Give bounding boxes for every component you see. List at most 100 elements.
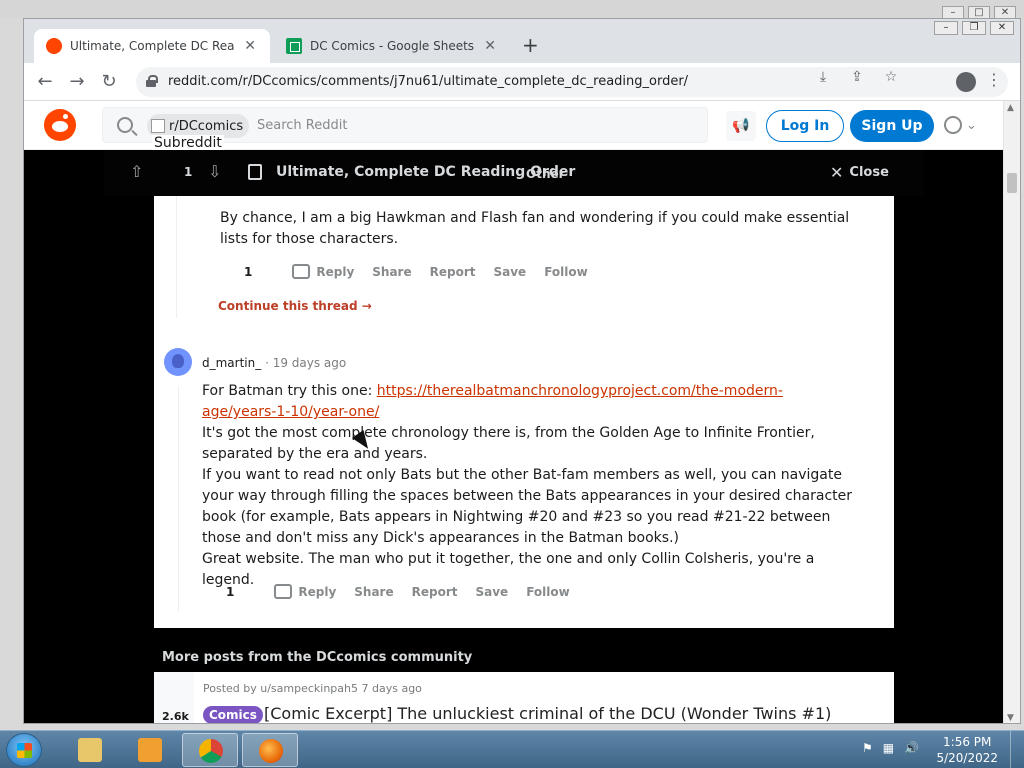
thread-line[interactable] (176, 196, 177, 318)
comment-bubble-icon (274, 584, 293, 599)
scroll-up-icon[interactable]: ▲ (1007, 103, 1014, 113)
taskbar-explorer[interactable] (62, 733, 118, 767)
taskbar-firefox[interactable] (242, 733, 298, 767)
chrome-icon (199, 739, 223, 763)
back-arrow-icon[interactable]: ← (32, 69, 58, 95)
media-player-icon (138, 738, 162, 762)
signup-button[interactable]: Sign Up (850, 110, 934, 142)
taskbar-media-player[interactable] (122, 733, 178, 767)
reddit-header: r/DCcomics Search Reddit Subreddit 📢 Log… (24, 101, 1004, 151)
address-url[interactable]: reddit.com/r/DCcomics/comments/j7nu61/ul… (168, 74, 688, 89)
chevron-down-icon: ⌄ (966, 117, 977, 133)
close-post-button[interactable]: ✕ Close (830, 163, 889, 182)
save-button[interactable]: Save (475, 585, 508, 599)
comment-bubble-icon (292, 264, 311, 279)
forward-arrow-icon[interactable]: → (64, 69, 90, 95)
tab-strip: Ultimate, Complete DC Reading ✕ DC Comic… (24, 19, 1020, 63)
post-card-byline[interactable]: Posted by u/sampeckinpah5 7 days ago (203, 682, 422, 695)
continue-thread-link[interactable]: Continue this thread → (218, 299, 372, 313)
omnibox-actions: ⤓ ⇪ ☆ (814, 69, 900, 85)
sheets-favicon-icon (286, 38, 302, 54)
reload-icon[interactable]: ↻ (96, 69, 122, 95)
comment-score: 1 (226, 584, 235, 599)
firefox-icon (259, 739, 283, 763)
user-menu-button[interactable]: ⌄ (944, 113, 984, 137)
advertise-megaphone-icon[interactable]: 📢 (726, 111, 756, 141)
folder-icon (78, 738, 102, 762)
chrome-window: Ultimate, Complete DC Reading ✕ DC Comic… (23, 18, 1021, 724)
comment-paragraphs: It's got the most complete chronology th… (202, 425, 852, 588)
reply-button[interactable]: Reply (298, 585, 336, 599)
outer-window-caption: – □ ✕ (0, 0, 1024, 20)
kebab-menu-icon[interactable]: ⋮ (986, 70, 1002, 89)
search-placeholder[interactable]: Search Reddit (257, 118, 347, 133)
close-label: Close (849, 165, 889, 180)
taskbar-chrome[interactable] (182, 733, 238, 767)
tab-close-icon[interactable]: ✕ (482, 38, 498, 54)
post-card-score: 2.6k (162, 710, 189, 723)
comment-intro: For Batman try this one: (202, 383, 377, 399)
network-icon[interactable]: ▦ (883, 741, 894, 755)
post-card-title[interactable]: [Comic Excerpt] The unluckiest criminal … (264, 704, 831, 723)
subreddit-chip-label: r/DCcomics (169, 118, 244, 134)
report-button[interactable]: Report (430, 265, 476, 279)
subreddit-label: Subreddit (152, 135, 224, 151)
bookmark-star-icon[interactable]: ☆ (882, 69, 900, 85)
report-button[interactable]: Report (412, 585, 458, 599)
start-button[interactable] (6, 733, 42, 767)
post-card-flair[interactable]: Comics (203, 706, 263, 723)
user-avatar[interactable] (164, 348, 192, 376)
follow-button[interactable]: Follow (544, 265, 588, 279)
tab-title: DC Comics - Google Sheets (310, 39, 475, 53)
comment-author[interactable]: d_martin_ (202, 356, 261, 370)
login-button[interactable]: Log In (766, 110, 844, 142)
page-scrollbar[interactable]: ▲ ▼ (1003, 101, 1020, 723)
thread-line[interactable] (178, 386, 179, 612)
tab-reddit[interactable]: Ultimate, Complete DC Reading ✕ (34, 29, 270, 63)
share-icon[interactable]: ⇪ (848, 69, 866, 85)
post-overlay-bar: ⇧ 1 ⇩ Ultimate, Complete DC Reading Orde… (104, 150, 924, 196)
save-button[interactable]: Save (493, 265, 526, 279)
profile-avatar-icon[interactable] (956, 72, 976, 92)
reply-button[interactable]: Reply (316, 265, 354, 279)
comment-meta: d_martin_ · 19 days ago (202, 356, 346, 370)
post-card[interactable]: 2.6k Posted by u/sampeckinpah5 7 days ag… (154, 672, 894, 723)
tab-google-sheets[interactable]: DC Comics - Google Sheets ✕ (274, 29, 510, 63)
more-posts-heading: More posts from the DCcomics community (162, 650, 473, 665)
comment-timestamp[interactable]: · 19 days ago (265, 356, 346, 370)
search-icon (117, 117, 133, 133)
lock-icon[interactable] (146, 75, 158, 87)
restore-button[interactable]: ❐ (962, 21, 986, 35)
tab-close-icon[interactable]: ✕ (242, 38, 258, 54)
new-tab-button[interactable]: + (522, 35, 539, 55)
post-score: 1 (184, 165, 193, 179)
show-desktop-button[interactable] (1010, 731, 1024, 768)
downvote-arrow-icon[interactable]: ⇩ (208, 162, 221, 181)
close-window-button[interactable]: ✕ (990, 21, 1014, 35)
reddit-logo-icon[interactable] (44, 109, 76, 141)
comment-actions: 1 Reply Share Report Save Follow (244, 264, 606, 279)
comment-score: 1 (244, 264, 253, 279)
share-button[interactable]: Share (372, 265, 411, 279)
windows-taskbar: ⚑ ▦ 🔊 1:56 PM 5/20/2022 (0, 730, 1024, 768)
taskbar-clock[interactable]: 1:56 PM 5/20/2022 (936, 734, 998, 766)
comment-body: For Batman try this one: https://thereal… (202, 381, 852, 591)
post-flair[interactable]: Other (526, 167, 565, 181)
comment-actions: 1 Reply Share Report Save Follow (226, 584, 588, 599)
minimize-button[interactable]: – (934, 21, 958, 35)
clock-date: 5/20/2022 (936, 751, 998, 765)
post-text-icon (248, 164, 262, 180)
broken-image-icon (151, 119, 165, 133)
scroll-down-icon[interactable]: ▼ (1007, 713, 1014, 723)
scrollbar-thumb[interactable] (1007, 173, 1017, 193)
follow-button[interactable]: Follow (526, 585, 570, 599)
action-center-icon[interactable]: ⚑ (862, 741, 873, 755)
install-icon[interactable]: ⤓ (814, 69, 832, 85)
share-button[interactable]: Share (354, 585, 393, 599)
volume-icon[interactable]: 🔊 (904, 741, 919, 755)
upvote-arrow-icon[interactable]: ⇧ (130, 162, 143, 181)
browser-toolbar: ← → ↻ reddit.com/r/DCcomics/comments/j7n… (24, 63, 1020, 101)
arrow-right-icon: → (361, 299, 372, 313)
page-viewport: r/DCcomics Search Reddit Subreddit 📢 Log… (24, 101, 1004, 723)
comments-card: By chance, I am a big Hawkman and Flash … (154, 196, 894, 628)
